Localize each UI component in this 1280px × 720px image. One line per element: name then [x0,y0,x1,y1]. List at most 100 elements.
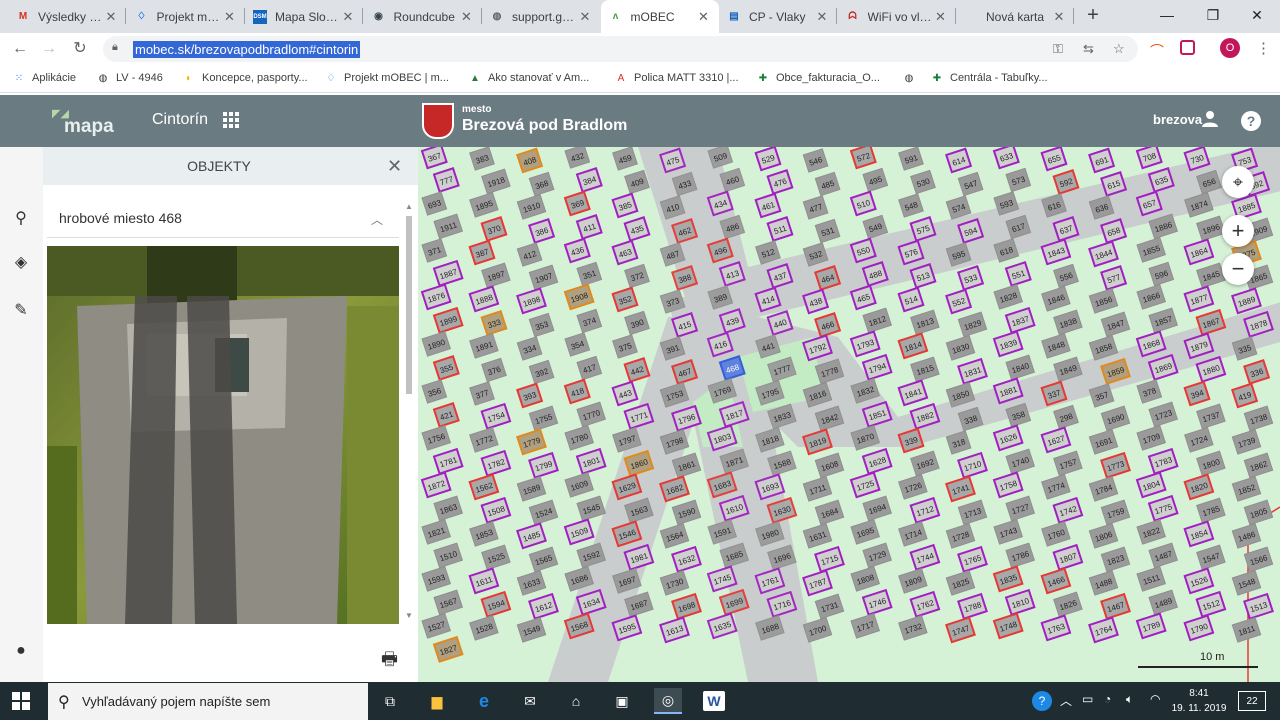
town-name: Brezová pod Bradlom [462,117,628,134]
windows-start-icon[interactable] [12,692,30,710]
tab-dsm[interactable]: DSM Mapa Slovenska✕ [245,0,363,33]
bookmark-label: Centrála - Tabuľky... [950,72,1048,84]
locate-icon[interactable]: ⌖ [1222,166,1254,198]
notification-badge[interactable]: 22 [1238,691,1266,711]
bookmark-item[interactable]: ◍ [902,71,922,85]
close-tab-icon[interactable]: ✕ [460,9,474,25]
clock[interactable]: 8:41 19. 11. 2019 [1170,686,1228,716]
store-icon[interactable]: ⌂ [562,688,590,714]
taskbar-search[interactable]: ⚲ Vyhľadávaný pojem napíšte sem [48,683,368,720]
close-window-button[interactable]: ✕ [1234,0,1280,30]
brush-icon[interactable]: ✎ [10,299,32,321]
zoom-in-button[interactable]: + [1222,215,1254,247]
search-icon: ⚲ [58,694,70,711]
address-bar[interactable]: 🔒︎ mobec.sk/brezovapodbradlom#cintorin ⚿… [103,36,1138,62]
tab-title: support.google.com [512,9,578,24]
bookmark-item[interactable]: ♢ Projekt mOBEC | m... [324,71,449,85]
tab-new[interactable]: Nová karta ✕ [956,0,1074,33]
task-view-icon[interactable]: ⧉ [376,688,404,714]
username[interactable]: brezova [1153,112,1202,127]
zoom-out-button[interactable]: − [1222,253,1254,285]
reload-button[interactable]: ↻ [68,37,92,61]
tab-title: Roundcube [393,9,455,24]
tab-mobec[interactable]: ᴧ mOBEC ✕ [600,0,719,33]
chevron-up-icon[interactable]: ︿ [1060,692,1072,709]
close-tab-icon[interactable]: ✕ [104,9,118,25]
chat-icon[interactable]: ● [10,640,32,662]
globe-icon: ◍ [98,72,108,84]
back-button[interactable]: ← [8,37,32,61]
key-icon[interactable]: ⚿ [1053,41,1063,57]
minimize-button[interactable]: — [1144,0,1190,30]
maximize-button[interactable]: ❐ [1190,0,1236,30]
bookmark-label: Polica MATT 3310 |... [634,72,739,84]
url-text[interactable]: mobec.sk/brezovapodbradlom#cintorin [133,41,361,58]
tab-gmail[interactable]: M Výsledky hľadania✕ [8,0,126,33]
close-tab-icon[interactable]: ✕ [1052,9,1066,25]
translate-icon[interactable]: ⇆ [1083,41,1094,57]
star-icon[interactable]: ☆ [1113,41,1125,57]
close-tab-icon[interactable]: ✕ [934,9,948,25]
clock-date: 19. 11. 2019 [1171,703,1227,714]
close-tab-icon[interactable]: ✕ [578,9,592,25]
network-icon[interactable]: ◔ [1104,692,1111,706]
bookmark-item[interactable]: ◐ Koncepce, pasporty... [182,71,308,85]
cemetery-map[interactable]: 367 383 408 432 459 475 509 529 546 572 591 614 633 6… [418,147,1280,682]
profile-avatar[interactable]: O [1220,38,1240,58]
tab-title: Projekt mOBEC [156,9,223,24]
sheets-icon: ✚ [758,72,768,84]
bookmark-item[interactable]: A Polica MATT 3310 |... [614,71,739,85]
help-icon[interactable]: ? [1241,111,1261,131]
menu-dots-icon[interactable]: ⋮ [1256,39,1271,57]
close-tab-icon[interactable]: ✕ [815,9,829,25]
blank-icon [964,10,978,24]
layers-icon[interactable]: ◈ [10,251,32,273]
help-tray-icon[interactable]: ? [1032,691,1052,711]
close-icon[interactable]: ✕ [387,156,402,177]
file-explorer-icon[interactable]: ▆ [423,688,451,714]
apps-grid-icon[interactable] [223,112,239,128]
bookmark-item[interactable]: ⁙ Aplikácie [12,71,76,85]
bookmark-label: Ako stanovať v Am... [488,72,590,84]
close-tab-icon[interactable]: ✕ [341,9,355,25]
close-tab-icon[interactable]: ✕ [223,9,237,25]
pocket-icon[interactable] [1180,40,1195,55]
object-title[interactable]: hrobové miesto 468 [59,210,182,226]
search-icon[interactable]: ⚲ [10,207,32,229]
chrome-icon[interactable]: ◎ [654,688,682,714]
remote-desktop-icon[interactable]: ▣ [608,688,636,714]
tab-title: Výsledky hľadania [38,9,104,24]
close-tab-icon[interactable]: ✕ [697,9,711,25]
wifi-icon[interactable]: ◠ [1150,692,1160,706]
tab-roundcube[interactable]: ◉ Roundcube ✕ [364,0,482,33]
word-icon[interactable]: W [703,691,725,711]
bookmark-item[interactable]: ✚ Centrála - Tabuľky... [930,71,1048,85]
tab-cp[interactable]: ▤ CP - Vlaky ✕ [719,0,837,33]
panel-scrollbar[interactable]: ▲ ▼ [404,202,414,624]
forward-button[interactable]: → [37,37,61,61]
tab-wifi[interactable]: ᗣ WiFi vo vlaku ✕ [838,0,956,33]
chevron-up-icon[interactable]: ︿ [371,211,383,228]
module-title[interactable]: Cintorín [152,111,208,129]
user-icon[interactable] [1201,110,1219,128]
edge-icon[interactable]: e [470,688,498,714]
mapa-logo[interactable]: ◤◢ mapa [52,103,114,139]
left-toolbar: ⚲ ◈ ✎ ● [0,147,43,682]
new-tab-button[interactable]: + [1082,4,1104,26]
taskbar-search-placeholder[interactable]: Vyhľadávaný pojem napíšte sem [82,694,270,709]
bookmark-item[interactable]: ◍ LV - 4946 [96,71,163,85]
mail-icon[interactable]: ✉ [516,688,544,714]
volume-icon[interactable]: 🔈︎ [1126,692,1133,707]
map-canvas[interactable]: 367 383 408 432 459 475 509 529 546 572 591 614 633 6… [418,147,1280,682]
tab-projekt[interactable]: ♢ Projekt mOBEC✕ [127,0,245,33]
tab-title: Mapa Slovenska [275,9,341,24]
battery-icon[interactable]: ▭ [1082,692,1093,706]
extension-icon[interactable]: ⌒ [1150,41,1164,61]
bookmark-item[interactable]: ✚ Obce_fakturacia_O... [756,71,880,85]
print-icon[interactable]: 🖶︎ [381,647,398,677]
sheets-icon: ✚ [932,72,942,84]
bookmark-label: Koncepce, pasporty... [202,72,308,84]
tab-globe[interactable]: ◍ support.google.com✕ [482,0,600,33]
bookmark-item[interactable]: ▲ Ako stanovať v Am... [468,71,589,85]
town-prefix: mesto [462,104,492,115]
